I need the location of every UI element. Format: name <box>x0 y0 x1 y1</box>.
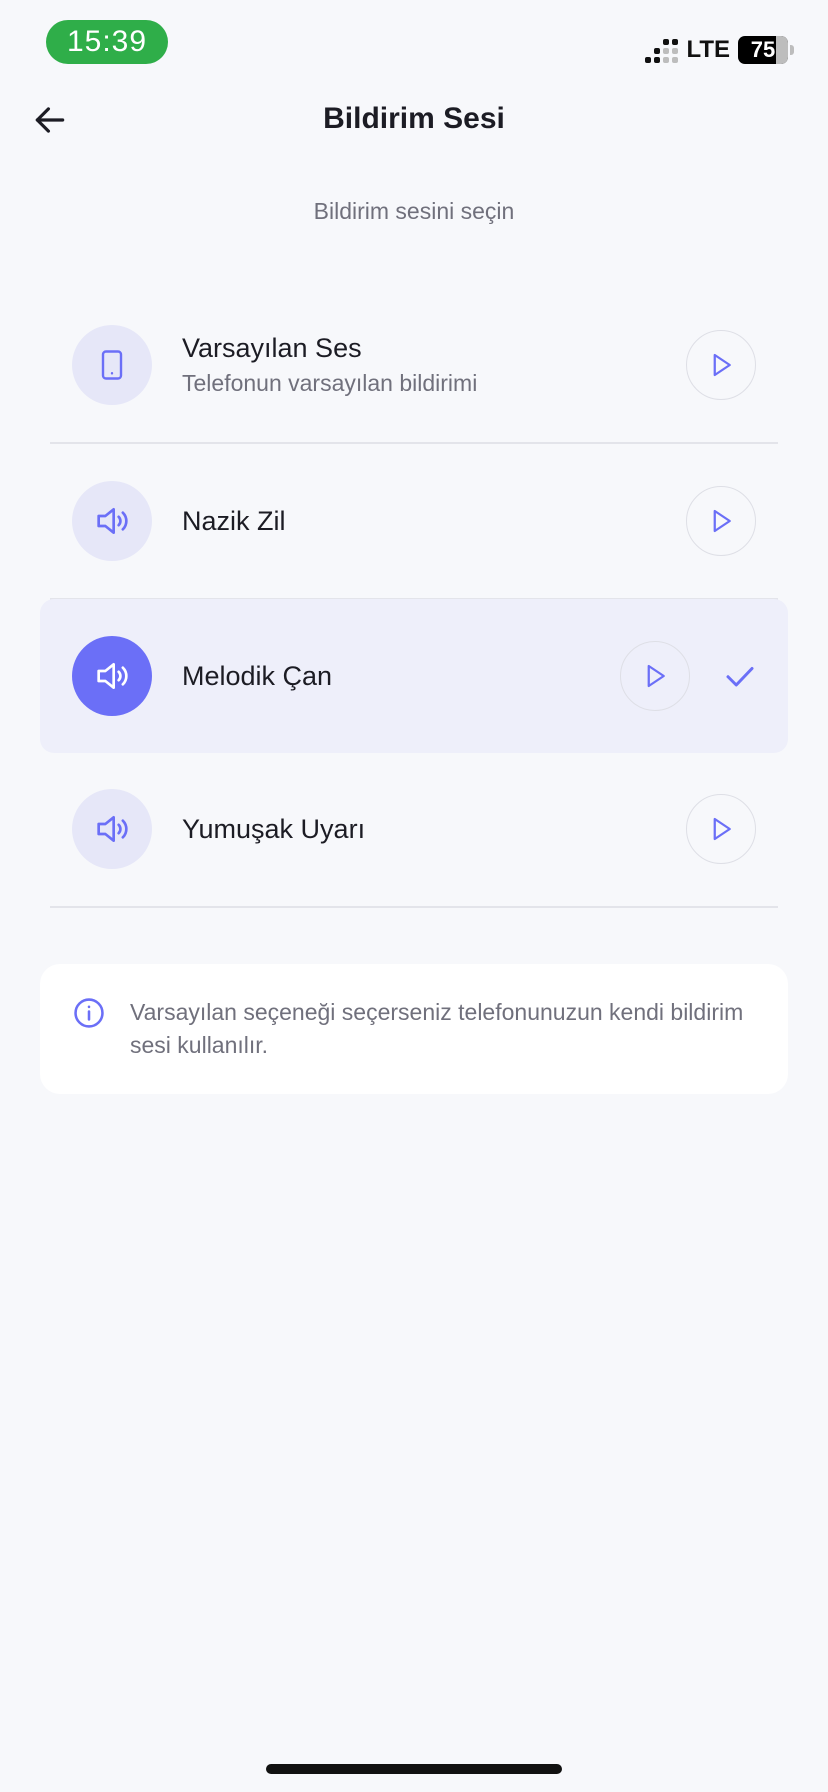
play-button[interactable] <box>686 794 756 864</box>
home-indicator[interactable] <box>266 1764 562 1774</box>
page-subtitle: Bildirim sesini seçin <box>313 198 515 224</box>
sound-item-name: Melodik Çan <box>182 660 333 691</box>
sound-item-name: Yumuşak Uyarı <box>182 813 366 844</box>
sound-item-nazik-zil[interactable]: Nazik Zil <box>40 444 788 598</box>
check-icon <box>720 656 760 696</box>
sound-item-icon-wrap <box>72 325 152 405</box>
status-bar: 15:39 LTE 75 <box>0 0 828 90</box>
battery-level: 75 <box>750 37 776 62</box>
speaker-icon <box>97 508 128 534</box>
play-icon <box>713 509 731 533</box>
sound-item-text: Varsayılan Ses Telefonun varsayılan bild… <box>182 333 686 397</box>
play-icon <box>713 353 731 377</box>
status-time: 15:39 <box>46 20 168 64</box>
sound-item-text: Melodik Çan <box>182 661 620 692</box>
info-icon <box>74 998 104 1028</box>
sound-item-melodik-can[interactable]: Melodik Çan <box>40 599 788 753</box>
info-card: Varsayılan seçeneği seçerseniz telefonun… <box>40 964 788 1094</box>
sound-item-icon-wrap <box>72 789 152 869</box>
page-title: Bildirim Sesi <box>323 102 505 135</box>
play-icon <box>713 817 731 841</box>
sound-item-text: Nazik Zil <box>182 506 686 537</box>
sound-list: Varsayılan Ses Telefonun varsayılan bild… <box>40 288 788 908</box>
sound-item-name: Varsayılan Ses <box>182 333 362 363</box>
sound-item-icon-wrap <box>72 481 152 561</box>
play-button[interactable] <box>686 330 756 400</box>
play-icon <box>647 664 665 688</box>
sound-item-text: Yumuşak Uyarı <box>182 814 686 845</box>
status-indicators: LTE 75 <box>645 34 794 66</box>
sound-item-description: Telefonun varsayılan bildirimi <box>182 370 478 396</box>
phone-icon <box>101 350 123 380</box>
sound-item-yumusak-uyari[interactable]: Yumuşak Uyarı <box>40 752 788 906</box>
sound-item-icon-wrap <box>72 636 152 716</box>
signal-icon <box>645 37 679 63</box>
sound-item-name: Nazik Zil <box>182 505 286 536</box>
sound-item-default[interactable]: Varsayılan Ses Telefonun varsayılan bild… <box>40 288 788 442</box>
play-button[interactable] <box>686 486 756 556</box>
header: Bildirim Sesi <box>0 90 828 150</box>
network-type: LTE <box>686 36 730 63</box>
speaker-icon <box>97 816 128 842</box>
battery-tip <box>790 45 794 55</box>
speaker-icon <box>97 663 128 689</box>
battery-icon: 75 <box>738 36 788 64</box>
divider <box>50 906 778 908</box>
info-text: Varsayılan seçeneği seçerseniz telefonun… <box>130 999 744 1058</box>
play-button[interactable] <box>620 641 690 711</box>
